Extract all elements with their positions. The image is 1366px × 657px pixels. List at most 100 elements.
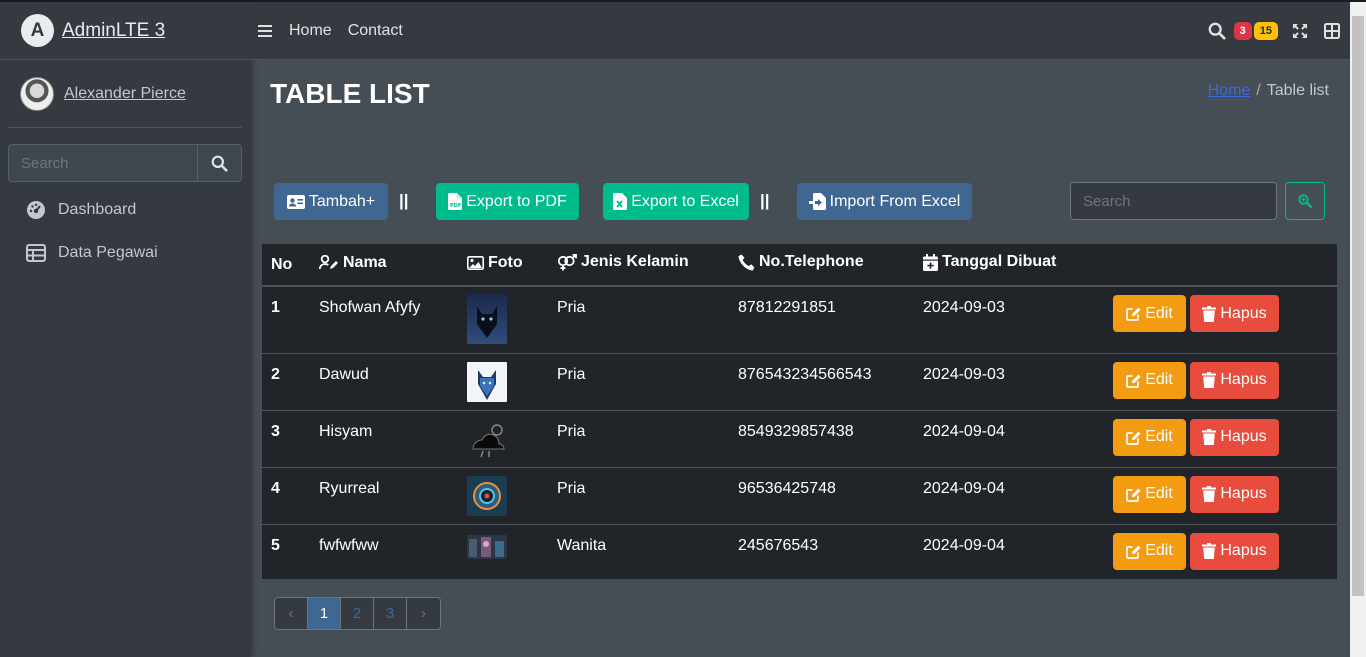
cell-no: 2	[262, 353, 310, 411]
cell-jenis-kelamin: Pria	[548, 410, 729, 468]
edit-button[interactable]: Edit	[1113, 475, 1186, 513]
edit-button[interactable]: Edit	[1113, 361, 1186, 399]
table-search-input[interactable]	[1070, 182, 1277, 220]
cell-telephone: 8549329857438	[729, 410, 914, 468]
trash-icon	[1202, 372, 1217, 388]
sidebar-search-button[interactable]	[197, 144, 242, 182]
sidebar-search	[8, 144, 242, 182]
navbar-right: 3 15	[1208, 2, 1350, 60]
delete-button[interactable]: Hapus	[1190, 295, 1279, 332]
sidebar-item-label: Dashboard	[58, 201, 137, 218]
cell-actions: Edit Hapus	[1104, 286, 1337, 354]
avatar	[20, 76, 54, 111]
cell-actions: Edit Hapus	[1104, 410, 1337, 468]
cell-foto	[458, 353, 548, 411]
edit-button[interactable]: Edit	[1113, 418, 1186, 456]
pagination: ‹ 1 2 3 ›	[274, 597, 441, 630]
import-excel-button[interactable]: Import From Excel	[797, 183, 972, 220]
nav-link-home[interactable]: Home	[289, 22, 332, 40]
cell-actions: Edit Hapus	[1104, 353, 1337, 411]
scrollbar-thumb[interactable]	[1352, 16, 1364, 596]
breadcrumb: Home / Table list	[1208, 82, 1329, 100]
table-search-button[interactable]	[1285, 182, 1325, 220]
cell-no: 3	[262, 410, 310, 468]
export-excel-button[interactable]: Export to Excel	[603, 183, 749, 220]
cell-jenis-kelamin: Pria	[548, 286, 729, 354]
cell-foto	[458, 524, 548, 579]
search-icon[interactable]	[1208, 22, 1226, 40]
column-header-nama: Nama	[310, 244, 458, 287]
id-card-icon	[286, 194, 305, 209]
grid-icon[interactable]	[1324, 23, 1340, 39]
trash-icon	[1202, 305, 1217, 322]
sidebar-search-input[interactable]	[8, 144, 197, 182]
edit-button[interactable]: Edit	[1113, 532, 1186, 570]
cell-telephone: 96536425748	[729, 467, 914, 525]
export-pdf-label: Export to PDF	[466, 192, 567, 210]
sidebar-item-data-pegawai[interactable]: Data Pegawai	[8, 233, 242, 273]
employee-photo	[467, 475, 507, 516]
file-pdf-icon: PDF	[448, 193, 463, 210]
add-button[interactable]: Tambah+	[274, 183, 388, 220]
cell-foto	[458, 410, 548, 468]
sidebar-item-label: Data Pegawai	[58, 244, 158, 261]
page-title: TABLE LIST	[270, 78, 430, 109]
column-header-no: No	[262, 244, 310, 287]
file-import-icon	[808, 193, 826, 210]
cell-tanggal: 2024-09-04	[914, 410, 1104, 468]
table-row: 1 Shofwan Afyfy Pria 87812291851 2024-09…	[262, 286, 1337, 354]
column-header-tanggal: Tanggal Dibuat	[914, 244, 1104, 287]
delete-button[interactable]: Hapus	[1190, 418, 1279, 456]
cell-no: 5	[271, 536, 280, 554]
edit-icon	[1126, 488, 1141, 502]
cell-jenis-kelamin: Wanita	[557, 536, 607, 554]
cell-foto	[458, 467, 548, 525]
user-name-link[interactable]: Alexander Pierce	[64, 85, 186, 103]
cell-tanggal: 2024-09-03	[914, 353, 1104, 411]
cell-nama: Hisyam	[310, 410, 458, 468]
cell-tanggal: 2024-09-04	[914, 467, 1104, 525]
table-icon	[26, 244, 46, 262]
brand-logo-icon: A	[21, 14, 54, 47]
search-icon	[211, 155, 228, 172]
phone-icon	[738, 254, 755, 271]
export-pdf-button[interactable]: PDF Export to PDF	[436, 183, 579, 220]
pagination-page-2[interactable]: 2	[341, 598, 374, 629]
pagination-next[interactable]: ›	[407, 598, 440, 629]
toolbar-separator: ||	[760, 191, 770, 210]
svg-text:PDF: PDF	[450, 203, 461, 209]
table-header-row: No Nama Foto Jenis Kelamin No.Telephone …	[262, 244, 1337, 287]
pagination-page-1[interactable]: 1	[308, 598, 341, 629]
brand-link[interactable]: A AdminLTE 3	[0, 2, 250, 60]
table-row: 3 Hisyam Pria 8549329857438 2024-09-04 E…	[262, 410, 1337, 468]
menu-toggle-icon[interactable]	[258, 24, 272, 37]
export-excel-label: Export to Excel	[631, 192, 739, 210]
nav-link-contact[interactable]: Contact	[348, 22, 403, 40]
column-header-foto: Foto	[458, 244, 548, 287]
notifications-badge[interactable]: 15	[1253, 22, 1278, 40]
main-sidebar: A AdminLTE 3 Alexander Pierce Dashboard …	[0, 2, 250, 657]
page-scrollbar[interactable]	[1350, 2, 1366, 657]
brand-name[interactable]: AdminLTE 3	[62, 20, 165, 42]
sidebar-item-dashboard[interactable]: Dashboard	[8, 190, 242, 230]
pagination-prev[interactable]: ‹	[275, 598, 308, 629]
edit-button[interactable]: Edit	[1113, 295, 1186, 332]
user-edit-icon	[319, 255, 338, 270]
breadcrumb-home-link[interactable]: Home	[1208, 82, 1251, 99]
cell-nama: Ryurreal	[310, 467, 458, 525]
column-header-telephone: No.Telephone	[729, 244, 914, 287]
pagination-page-3[interactable]: 3	[374, 598, 407, 629]
top-navbar: Home Contact 3 15	[250, 2, 1350, 60]
fullscreen-icon[interactable]	[1292, 23, 1308, 39]
column-header-jenis-kelamin: Jenis Kelamin	[548, 244, 729, 287]
cell-actions: Edit Hapus	[1104, 524, 1337, 579]
employee-photo	[467, 361, 507, 402]
delete-button[interactable]: Hapus	[1190, 532, 1279, 570]
trash-icon	[1202, 486, 1217, 502]
employee-photo	[467, 418, 507, 459]
delete-button[interactable]: Hapus	[1190, 475, 1279, 513]
messages-badge[interactable]: 3	[1233, 22, 1252, 40]
table-row: 5 fwfwfww Wanita 245676543 2024-09-04 Ed…	[262, 524, 1337, 579]
delete-button[interactable]: Hapus	[1190, 361, 1279, 399]
cell-no: 4	[262, 467, 310, 525]
